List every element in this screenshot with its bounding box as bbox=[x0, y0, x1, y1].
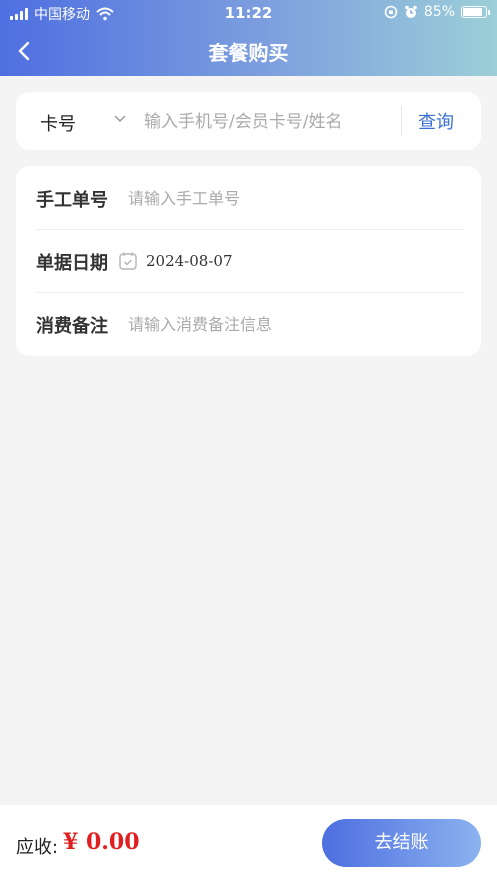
query-button[interactable]: 查询 bbox=[418, 108, 454, 134]
bill-date-label: 单据日期 bbox=[36, 253, 108, 274]
bill-date-row[interactable]: 单据日期 2024-08-07 bbox=[36, 229, 464, 293]
rotation-lock-icon bbox=[384, 5, 398, 19]
amount-due-value: ¥ 0.00 bbox=[63, 829, 140, 855]
status-bar: 中国移动 11:22 85% bbox=[0, 0, 497, 26]
remark-input[interactable] bbox=[126, 308, 450, 340]
manual-no-row: 手工单号 bbox=[36, 166, 464, 230]
amount-due-label: 应收: bbox=[16, 837, 59, 858]
order-form: 手工单号 单据日期 2024-08-07 消费备注 bbox=[16, 166, 481, 356]
battery-percent: 85% bbox=[423, 4, 455, 20]
battery-icon bbox=[461, 6, 490, 18]
manual-no-label: 手工单号 bbox=[36, 190, 108, 211]
checkout-bar: 应收: ¥ 0.00 去结账 bbox=[0, 805, 497, 883]
alarm-icon bbox=[405, 5, 417, 18]
member-search-bar: 卡号 查询 bbox=[16, 92, 481, 150]
nav-bar: 套餐购买 bbox=[0, 26, 497, 76]
remark-row: 消费备注 bbox=[36, 292, 464, 355]
manual-no-input[interactable] bbox=[126, 182, 450, 214]
member-search-input[interactable] bbox=[142, 106, 401, 138]
bill-date-value[interactable]: 2024-08-07 bbox=[146, 252, 232, 270]
search-type-select[interactable]: 卡号 bbox=[40, 110, 76, 136]
checkout-button[interactable]: 去结账 bbox=[322, 819, 481, 867]
remark-label: 消费备注 bbox=[36, 316, 108, 337]
calendar-icon[interactable] bbox=[118, 251, 138, 271]
status-right: 85% bbox=[384, 4, 490, 20]
page-title: 套餐购买 bbox=[208, 41, 289, 65]
header: 中国移动 11:22 85% 套餐购买 bbox=[0, 0, 497, 76]
chevron-down-icon[interactable] bbox=[114, 115, 126, 123]
divider bbox=[401, 106, 402, 136]
